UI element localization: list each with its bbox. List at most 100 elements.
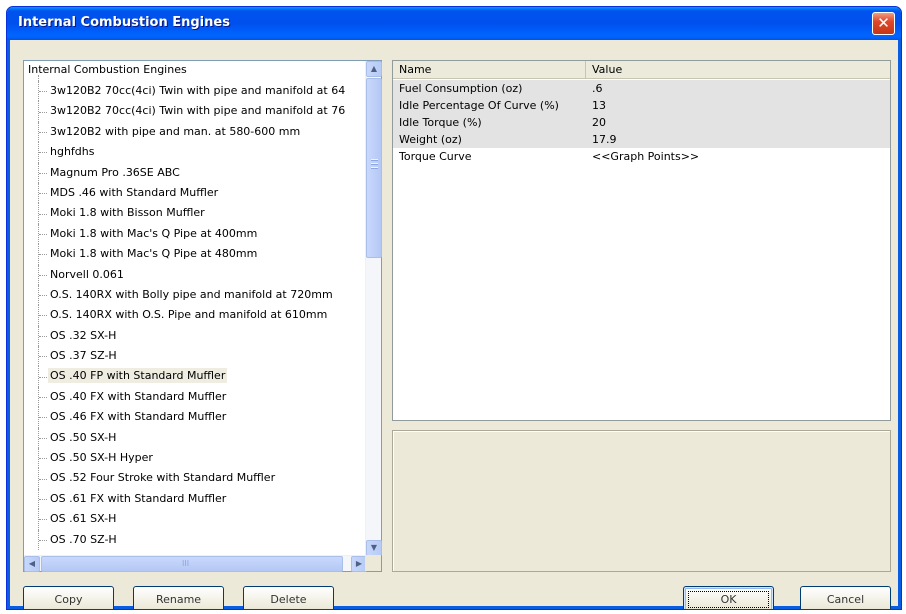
property-value[interactable]: 17.9 (586, 131, 892, 148)
tree-connector (39, 295, 47, 297)
tree-item[interactable]: OS .52 Four Stroke with Standard Muffler (24, 468, 367, 489)
tree-item-label: OS .52 Four Stroke with Standard Muffler (50, 471, 276, 485)
tree-item-label: OS .40 FX with Standard Muffler (50, 389, 227, 403)
focus-rect (688, 591, 769, 608)
property-row[interactable]: Fuel Consumption (oz) .6 (393, 80, 890, 97)
tree-connector (39, 478, 47, 480)
property-name: Idle Torque (%) (399, 116, 482, 129)
tree-connector (39, 376, 47, 378)
tree-item-label: Moki 1.8 with Mac's Q Pipe at 480mm (50, 247, 258, 261)
tree-connector (39, 254, 47, 256)
tree-item[interactable]: OS .50 SX-H (24, 427, 367, 449)
tree-item-label: Moki 1.8 with Bisson Muffler (50, 206, 205, 220)
tree-item[interactable]: 3w120B2 70cc(4ci) Twin with pipe and man… (24, 81, 367, 102)
engine-tree[interactable]: Internal Combustion Engines 3w120B2 70cc… (23, 60, 382, 572)
tree-connector (39, 91, 47, 93)
tree-content: Internal Combustion Engines 3w120B2 70cc… (24, 61, 367, 556)
property-name: Idle Percentage Of Curve (%) (399, 99, 559, 112)
tree-root[interactable]: Internal Combustion Engines (28, 63, 187, 76)
tree-item[interactable]: OS .32 SX-H (24, 325, 367, 347)
tree-item-label: OS .61 FX with Standard Muffler (50, 491, 227, 505)
property-row[interactable]: Weight (oz) 17.9 (393, 131, 890, 148)
tree-item-label: OS .46 FX with Standard Muffler (50, 410, 227, 424)
tree-item[interactable]: OS .37 SZ-H (24, 346, 367, 367)
tree-item[interactable]: Norvell 0.061 (24, 264, 367, 285)
property-row[interactable]: Torque Curve <<Graph Points>> (393, 148, 890, 165)
tree-item[interactable]: MDS .46 with Standard Muffler (24, 182, 367, 204)
tree-connector (39, 315, 47, 317)
property-value[interactable]: 20 (586, 114, 892, 131)
tree-item-label: OS .32 SX-H (50, 328, 117, 342)
scroll-down-icon[interactable]: ▼ (366, 540, 382, 556)
tree-item[interactable]: OS .40 FX with Standard Muffler (24, 386, 367, 408)
tree-connector (39, 417, 47, 419)
close-icon[interactable]: ✕ (872, 12, 895, 35)
scroll-left-icon[interactable]: ◀ (24, 556, 40, 572)
property-value[interactable]: <<Graph Points>> (586, 148, 892, 165)
tree-item[interactable]: OS .61 SX-H (24, 509, 367, 530)
tree-item-label: 3w120B2 70cc(4ci) Twin with pipe and man… (50, 104, 346, 118)
tree-item[interactable]: Moki 1.8 with Bisson Muffler (24, 203, 367, 224)
tree-connector (39, 519, 47, 521)
tree-connector (39, 274, 47, 276)
tree-connector (39, 539, 47, 541)
tree-item[interactable]: O.S. 140RX with O.S. Pipe and manifold a… (24, 305, 367, 326)
tree-item[interactable]: OS .61 FX with Standard Muffler (24, 488, 367, 510)
tree-item[interactable]: hghfdhs (24, 142, 367, 163)
tree-item-label: MDS .46 with Standard Muffler (50, 185, 219, 199)
property-name: Weight (oz) (399, 133, 462, 146)
property-value[interactable]: .6 (586, 80, 892, 97)
tree-item-label: OS .70 SZ-H (50, 532, 117, 546)
column-header-name[interactable]: Name (393, 61, 586, 79)
tree-item[interactable]: OS .70 SZ-H (24, 529, 367, 550)
tree-item[interactable]: Magnum Pro .36SE ABC (24, 162, 367, 183)
property-row[interactable]: Idle Torque (%) 20 (393, 114, 890, 131)
tree-item-label: OS .40 FP with Standard Muffler (48, 368, 228, 384)
tree-item-label: hghfdhs (50, 145, 95, 159)
cancel-button[interactable]: Cancel (800, 586, 891, 609)
tree-connector (39, 233, 47, 235)
tree-item-label: OS .61 SX-H (50, 512, 117, 526)
tree-item[interactable]: OS .46 FX with Standard Muffler (24, 407, 367, 428)
tree-item[interactable]: OS .50 SX-H Hyper (24, 448, 367, 469)
tree-connector (39, 213, 47, 215)
vertical-scrollbar[interactable]: ▲ ▼ (365, 61, 382, 556)
tree-connector (39, 193, 47, 195)
delete-button[interactable]: Delete (243, 586, 334, 609)
tree-item[interactable]: Moki 1.8 with Mac's Q Pipe at 400mm (24, 223, 367, 245)
property-value[interactable]: 13 (586, 97, 892, 114)
tree-connector (39, 356, 47, 358)
property-grid: Name Value Fuel Consumption (oz) .6 Idle P… (392, 60, 891, 421)
property-row[interactable]: Idle Percentage Of Curve (%) 13 (393, 97, 890, 114)
tree-item-label: Norvell 0.061 (50, 267, 124, 281)
vertical-scroll-thumb[interactable] (366, 78, 382, 258)
tree-item[interactable]: Moki 1.8 with Mac's Q Pipe at 480mm (24, 244, 367, 265)
tree-item[interactable]: 3w120B2 70cc(4ci) Twin with pipe and man… (24, 101, 367, 122)
tree-connector (39, 458, 47, 460)
copy-button[interactable]: Copy (23, 586, 114, 609)
title-bar[interactable]: Internal Combustion Engines ✕ (7, 7, 901, 40)
ok-button[interactable]: OK (683, 586, 774, 609)
tree-item[interactable]: O.S. 140RX with Bolly pipe and manifold … (24, 284, 367, 306)
tree-connector (39, 152, 47, 154)
scroll-up-icon[interactable]: ▲ (366, 61, 382, 77)
grid-header: Name Value (393, 61, 890, 79)
tree-item-label: OS .50 SX-H Hyper (50, 451, 153, 465)
description-panel (392, 430, 891, 572)
horizontal-scroll-thumb[interactable]: III (41, 556, 343, 572)
tree-item[interactable]: 3w120B2 with pipe and man. at 580-600 mm (24, 121, 367, 143)
tree-item-label: 3w120B2 with pipe and man. at 580-600 mm (50, 124, 301, 138)
horizontal-scrollbar[interactable]: ◀ III ▶ (24, 555, 367, 572)
tree-item-label: Magnum Pro .36SE ABC (50, 165, 180, 179)
dialog-client: Internal Combustion Engines 3w120B2 70cc… (11, 40, 897, 609)
column-header-value[interactable]: Value (586, 61, 892, 79)
tree-item[interactable]: OS .40 FP with Standard Muffler (24, 366, 367, 387)
rename-button[interactable]: Rename (133, 586, 224, 609)
tree-item-label: OS .37 SZ-H (50, 349, 117, 363)
scroll-corner (365, 555, 381, 571)
dialog-window: Internal Combustion Engines ✕ Internal C… (6, 6, 902, 610)
tree-item-label: O.S. 140RX with Bolly pipe and manifold … (50, 287, 333, 301)
tree-item-label: O.S. 140RX with O.S. Pipe and manifold a… (50, 308, 328, 322)
tree-connector (39, 437, 47, 439)
tree-connector (39, 172, 47, 174)
